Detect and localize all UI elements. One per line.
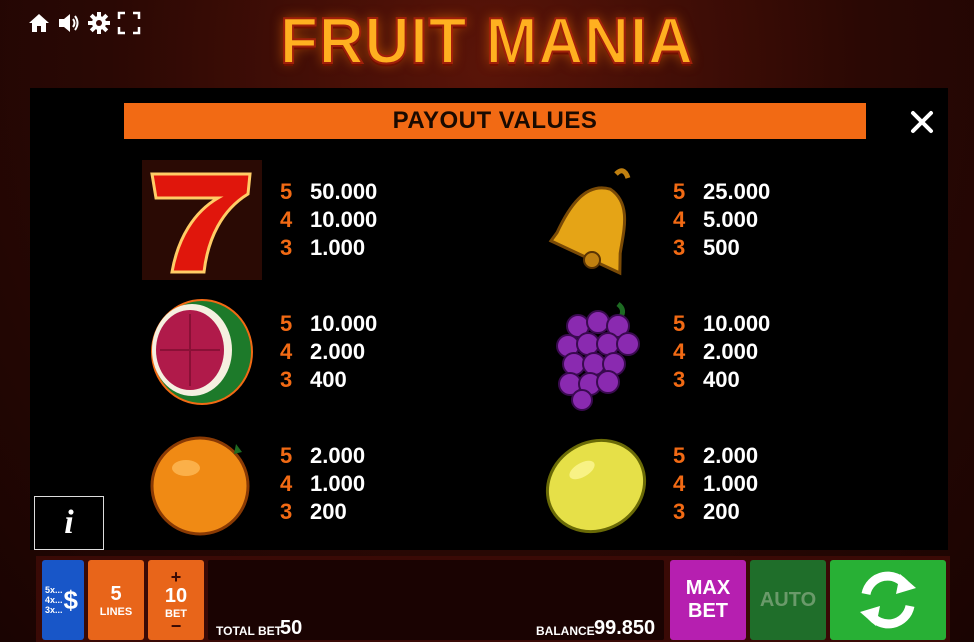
watermelon-symbol-icon: [142, 292, 262, 412]
paytable-panel: PAYOUT VALUES 5 50.000 4 10.000 3 1.000 5 25…: [30, 88, 948, 550]
seven-symbol-icon: [142, 160, 262, 280]
dollar-icon: $: [63, 584, 78, 615]
auto-button[interactable]: AUTO: [750, 560, 826, 640]
bell-payouts: 5 25.000 4 5.000 3 500: [673, 179, 771, 260]
bet-balance-display: TOTAL BET 50 BALANCE 99.850: [208, 560, 664, 640]
top-bar: FRUIT MANIA: [0, 0, 974, 88]
paytable-title-bar: PAYOUT VALUES: [124, 103, 866, 139]
lemon-symbol-icon: [536, 424, 656, 544]
bet-minus-icon: −: [170, 615, 182, 636]
grapes-symbol-icon: [536, 292, 656, 412]
lemon-payouts: 5 2.000 4 1.000 3 200: [673, 443, 759, 524]
seven-payouts: 5 50.000 4 10.000 3 1.000: [280, 179, 378, 260]
bell-symbol-icon: [536, 160, 656, 280]
grapes-payouts: 5 10.000 4 2.000 3 400: [673, 311, 771, 392]
paytable-button[interactable]: 5x... 4x... 3x... $: [42, 560, 84, 640]
spin-button[interactable]: [830, 560, 946, 640]
max-bet-button[interactable]: MAX BET: [670, 560, 746, 640]
info-button[interactable]: i: [34, 496, 104, 550]
total-bet-label: TOTAL BET: [216, 624, 282, 638]
orange-payouts: 5 2.000 4 1.000 3 200: [280, 443, 366, 524]
watermelon-payouts: 5 10.000 4 2.000 3 400: [280, 311, 378, 392]
bet-plus-icon: +: [170, 566, 182, 587]
lines-button[interactable]: 5 LINES: [88, 560, 144, 640]
bet-button[interactable]: + 10 BET −: [148, 560, 204, 640]
balance-label: BALANCE: [536, 624, 595, 638]
close-icon[interactable]: [906, 106, 938, 138]
orange-symbol-icon: [142, 424, 262, 544]
game-logo: FRUIT MANIA: [279, 4, 694, 79]
control-bar: 5x... 4x... 3x... $ 5 LINES + 10 BET − T…: [36, 556, 950, 642]
paytable-title: PAYOUT VALUES: [392, 107, 598, 134]
info-icon: i: [64, 504, 74, 541]
spin-icon: [860, 571, 916, 629]
total-bet-value: 50: [280, 617, 303, 639]
balance-value: 99.850: [594, 617, 656, 639]
